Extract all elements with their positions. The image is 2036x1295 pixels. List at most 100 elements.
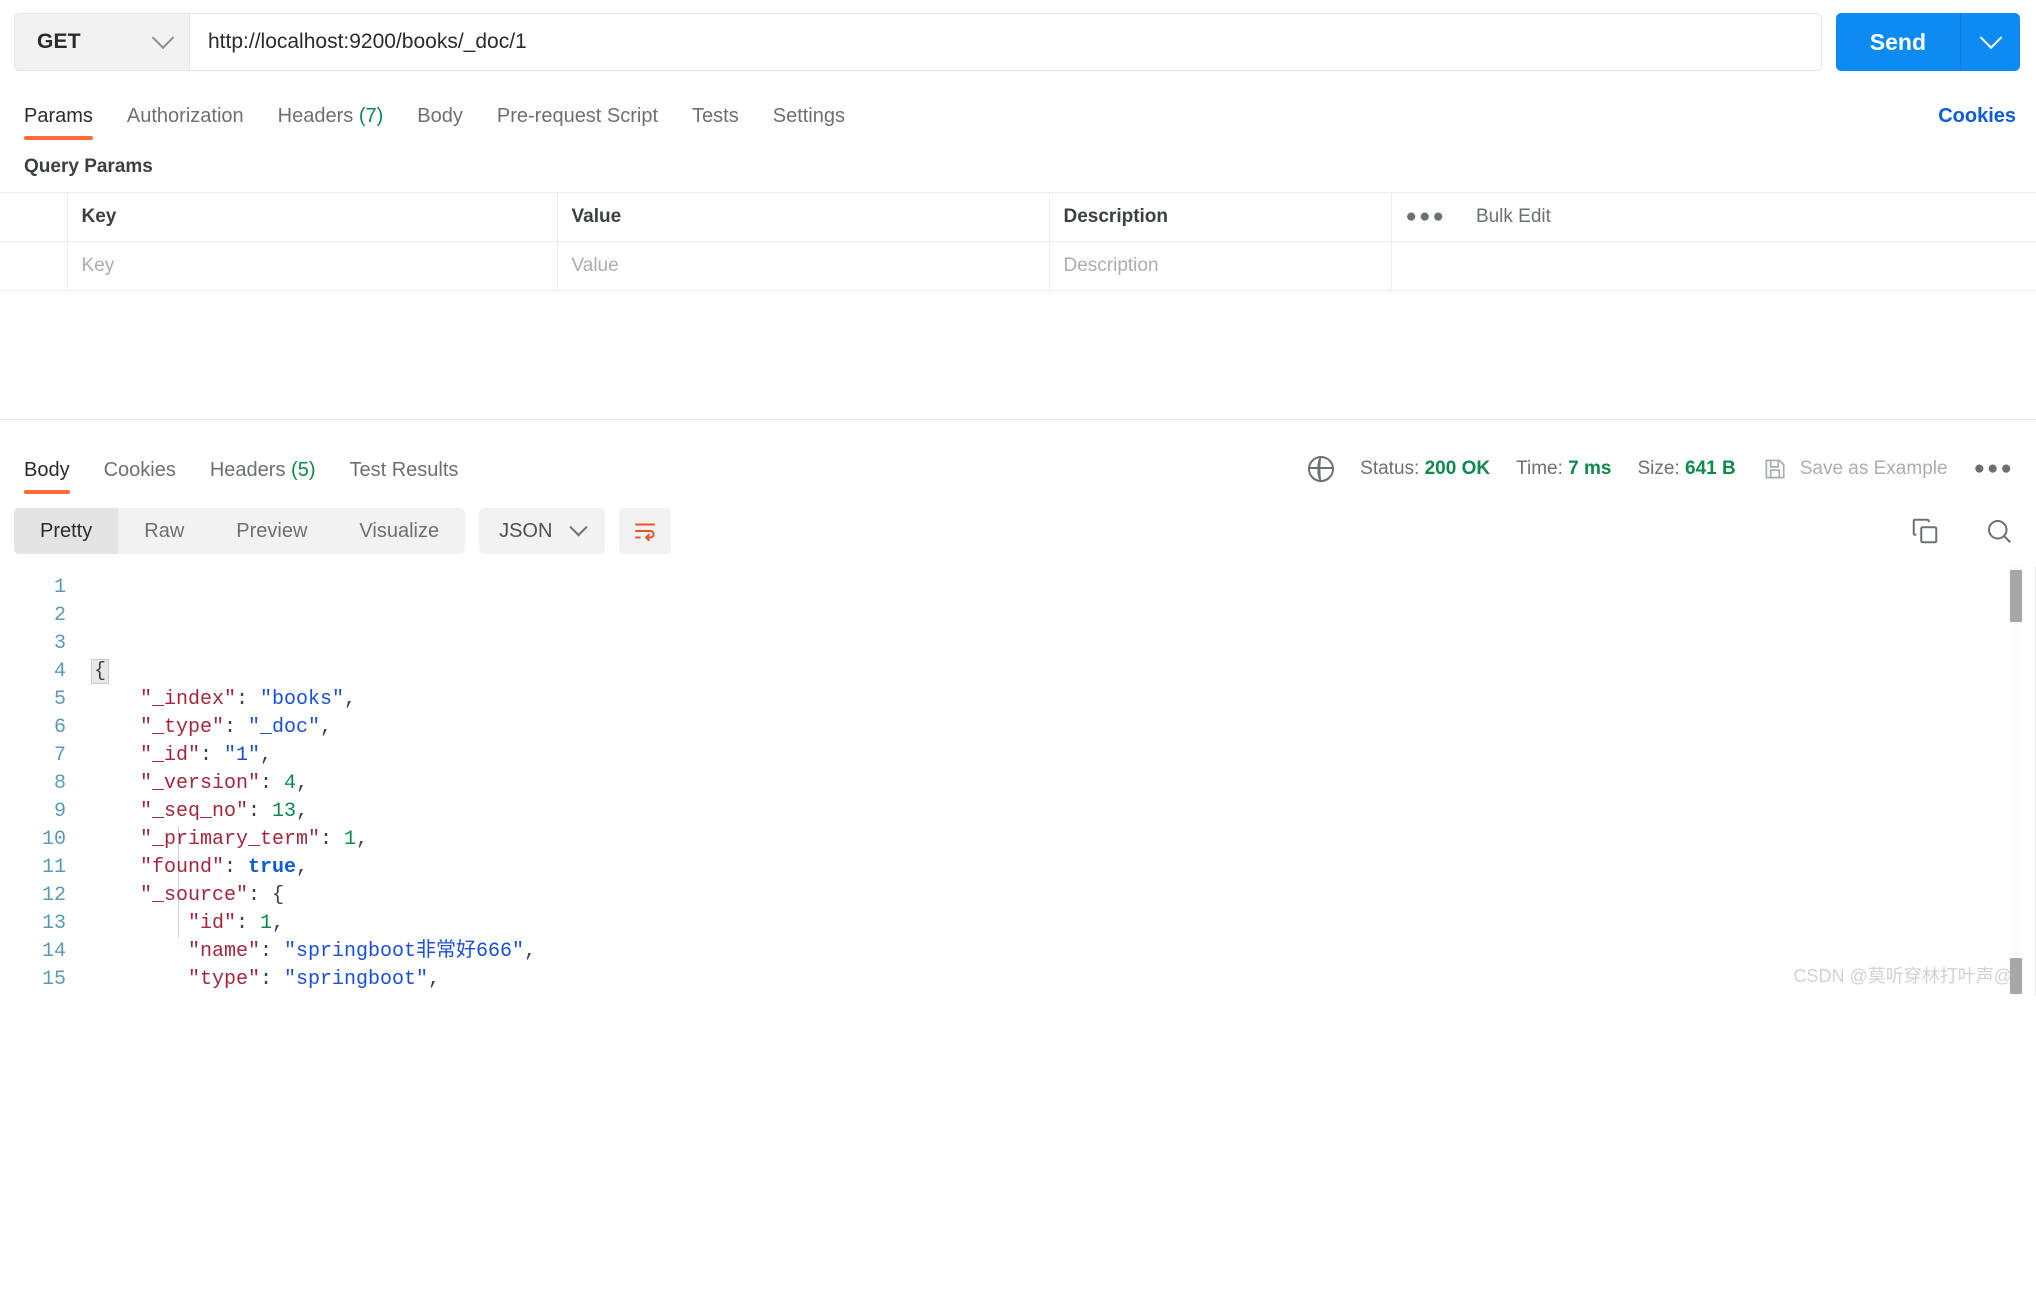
response-tab-headers[interactable]: Headers (5) [210, 459, 316, 492]
wrap-lines-button[interactable] [619, 508, 671, 554]
line-number-gutter: 123456789101112131415 [0, 566, 82, 996]
line-number: 15 [0, 966, 66, 994]
code-line: "_id": "1", [82, 742, 2036, 770]
code-token: "_index" [140, 688, 236, 711]
code-line: "_primary_term": 1, [82, 826, 2036, 854]
view-mode-preview[interactable]: Preview [210, 508, 333, 554]
chevron-down-icon [570, 518, 588, 536]
row-description-cell[interactable]: Description [1049, 242, 1391, 291]
http-method-label: GET [37, 30, 81, 54]
tab-tests[interactable]: Tests [692, 105, 739, 138]
response-tab-body[interactable]: Body [24, 459, 70, 492]
save-icon [1762, 456, 1788, 482]
status-value: 200 OK [1425, 458, 1490, 479]
code-token: { [92, 660, 108, 683]
line-number: 4 [0, 658, 66, 686]
view-mode-pretty[interactable]: Pretty [14, 508, 118, 554]
tab-pre-request-script[interactable]: Pre-request Script [497, 105, 658, 138]
request-url-input[interactable] [190, 14, 1821, 70]
code-line: "_seq_no": 13, [82, 798, 2036, 826]
code-line: "name": "springboot非常好666", [82, 938, 2036, 966]
code-token: "_id" [140, 744, 200, 767]
description-input-placeholder: Description [1064, 255, 1159, 276]
send-button[interactable]: Send [1836, 13, 1960, 71]
row-value-cell[interactable]: Value [557, 242, 1049, 291]
view-mode-raw[interactable]: Raw [118, 508, 210, 554]
copy-icon[interactable] [1910, 516, 1940, 546]
tab-params[interactable]: Params [24, 105, 93, 138]
code-token: 1 [260, 912, 272, 935]
response-tab-test-results[interactable]: Test Results [349, 459, 458, 492]
tab-authorization[interactable]: Authorization [127, 105, 244, 138]
search-icon[interactable] [1984, 516, 2014, 546]
code-token: "name" [188, 940, 260, 963]
line-number: 7 [0, 742, 66, 770]
key-input-placeholder: Key [82, 255, 115, 276]
table-row: Key Value Description [0, 242, 2036, 291]
line-number: 9 [0, 798, 66, 826]
code-token: , [320, 716, 332, 739]
scrollbar-thumb-top[interactable] [2010, 570, 2022, 622]
response-tab-cookies[interactable]: Cookies [104, 459, 176, 492]
json-code-content[interactable]: {"_index": "books","_type": "_doc","_id"… [82, 566, 2036, 996]
time-label: Time: [1516, 458, 1563, 479]
response-body-toolbar: Pretty Raw Preview Visualize JSON [0, 492, 2036, 566]
save-as-example-label: Save as Example [1800, 458, 1948, 480]
tab-label: Body [417, 105, 463, 127]
view-mode-segmented-control: Pretty Raw Preview Visualize [14, 508, 465, 554]
query-params-table: Key Value Description ●●● Bulk Edit Key … [0, 192, 2036, 291]
code-token: "_seq_no" [140, 800, 248, 823]
response-meta: Status: 200 OK Time: 7 ms Size: 641 B Sa… [1308, 456, 2014, 492]
code-token: : [224, 716, 248, 739]
response-body-code-view: 123456789101112131415 {"_index": "books"… [0, 566, 2036, 996]
size-badge: Size: 641 B [1637, 458, 1735, 480]
scrollbar-track[interactable] [2010, 566, 2022, 996]
code-token: "_version" [140, 772, 260, 795]
code-token: "found" [140, 856, 224, 879]
line-number: 13 [0, 910, 66, 938]
bulk-edit-button[interactable]: Bulk Edit [1476, 206, 1551, 228]
column-header-value: Value [572, 206, 622, 227]
cookies-link[interactable]: Cookies [1938, 105, 2016, 138]
code-line: "found": true, [82, 854, 2036, 882]
wrap-text-icon [632, 518, 658, 544]
tab-count: (5) [291, 459, 315, 481]
tab-settings[interactable]: Settings [773, 105, 845, 138]
code-token: , [428, 968, 440, 991]
header-key-cell: Key [67, 193, 557, 242]
code-token: "books" [260, 688, 344, 711]
response-more-options-icon[interactable]: ●●● [1974, 458, 2014, 480]
row-checkbox-cell[interactable] [0, 242, 67, 291]
response-tab-bar: Body Cookies Headers (5) Test Results St… [0, 420, 2036, 492]
time-value: 7 ms [1568, 458, 1611, 479]
code-line: "_index": "books", [82, 686, 2036, 714]
code-token: 4 [284, 772, 296, 795]
tab-count: (7) [359, 105, 383, 127]
column-header-key: Key [82, 206, 117, 227]
send-options-button[interactable] [1960, 13, 2020, 71]
code-token: true [248, 856, 296, 879]
code-token: : [236, 688, 260, 711]
http-method-select[interactable]: GET [15, 14, 190, 70]
code-token: "_source" [140, 884, 248, 907]
response-format-select[interactable]: JSON [479, 508, 605, 554]
time-badge: Time: 7 ms [1516, 458, 1611, 480]
code-token: , [296, 772, 308, 795]
more-options-icon[interactable]: ●●● [1406, 206, 1446, 228]
tab-label: Tests [692, 105, 739, 127]
code-token: , [296, 856, 308, 879]
code-token: 13 [272, 800, 296, 823]
view-mode-visualize[interactable]: Visualize [333, 508, 465, 554]
tab-headers[interactable]: Headers (7) [278, 105, 384, 138]
code-token: { [272, 884, 284, 907]
code-token: 1 [344, 828, 356, 851]
row-key-cell[interactable]: Key [67, 242, 557, 291]
value-input-placeholder: Value [572, 255, 619, 276]
code-token: : [248, 884, 272, 907]
size-label: Size: [1637, 458, 1679, 479]
tab-body[interactable]: Body [417, 105, 463, 138]
save-as-example-button[interactable]: Save as Example [1762, 456, 1948, 482]
tab-label: Pre-request Script [497, 105, 658, 127]
tab-label: Test Results [349, 459, 458, 481]
code-token: , [344, 688, 356, 711]
